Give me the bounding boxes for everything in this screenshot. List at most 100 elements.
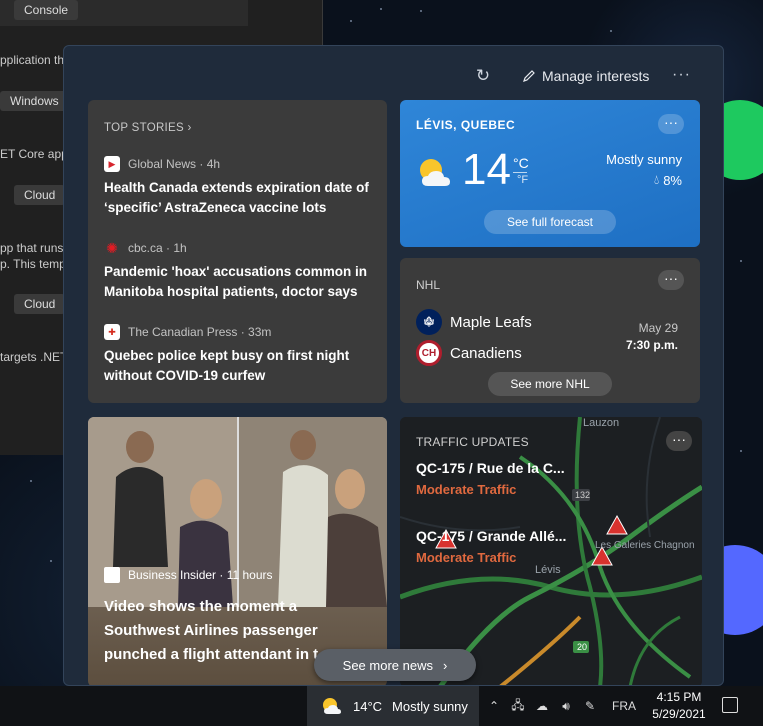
manage-interests-label: Manage interests <box>542 68 650 84</box>
cloud-icon[interactable]: ☁ <box>534 699 550 713</box>
taskbar-temperature: 14°C <box>353 698 383 714</box>
team-row: 🍁︎ Maple Leafs <box>416 309 532 335</box>
news-image-card[interactable]: Business Insider · 11 hours Video shows … <box>88 417 387 685</box>
cloud-chip[interactable]: Cloud <box>14 294 66 314</box>
canadiens-logo-icon: CH <box>416 340 442 366</box>
chevron-up-icon[interactable]: ⌃ <box>486 699 502 713</box>
see-more-news-label: See more news <box>342 657 433 673</box>
top-stories-header[interactable]: TOP STORIES › <box>104 122 192 134</box>
see-more-news-button[interactable]: See more news › <box>314 649 476 681</box>
taskbar-weather-button[interactable]: 14°C Mostly sunny <box>307 686 479 726</box>
network-icon[interactable]: 🖧︎ <box>510 696 526 717</box>
raindrop-icon: 💧︎ <box>654 172 660 187</box>
partly-sunny-icon <box>323 698 341 714</box>
pen-icon[interactable]: ✎ <box>582 699 598 713</box>
map-label: Lauzon <box>583 417 620 429</box>
description-text: pp that runs <box>0 241 64 255</box>
description-text: pplication th <box>0 53 65 67</box>
news-source: Business Insider · 11 hours <box>104 567 273 583</box>
business-insider-logo-icon <box>104 567 120 583</box>
widgets-panel: ↻ Manage interests ··· TOP STORIES › ▶ G… <box>63 45 724 686</box>
description-text: targets .NET <box>0 350 68 364</box>
fahrenheit-unit[interactable]: °F <box>517 174 528 186</box>
story-item[interactable]: ✚ The Canadian Press · 33m Quebec police… <box>104 324 374 386</box>
pencil-icon <box>523 70 535 82</box>
star <box>30 480 32 482</box>
weather-more-icon[interactable]: ··· <box>658 114 684 134</box>
volume-icon[interactable]: 🔊︎ <box>558 699 574 714</box>
star <box>350 20 352 22</box>
map-label: Lévis <box>535 564 561 576</box>
panel-header: ↻ Manage interests ··· <box>64 46 723 101</box>
story-item[interactable]: ▶ Global News · 4h Health Canada extends… <box>104 156 374 218</box>
story-source-label: Global News · 4h <box>128 157 221 171</box>
system-tray: ⌃ 🖧︎ ☁ 🔊︎ ✎ FRA <box>486 686 636 726</box>
traffic-more-icon[interactable]: ··· <box>666 431 692 451</box>
language-indicator[interactable]: FRA <box>612 699 636 713</box>
celsius-unit[interactable]: °C <box>513 155 529 171</box>
team-row: CH Canadiens <box>416 340 522 366</box>
route-status: Moderate Traffic <box>416 550 517 565</box>
star <box>380 8 382 10</box>
story-source: ✺ cbc.ca · 1h <box>104 240 374 256</box>
story-source: ▶ Global News · 4h <box>104 156 374 172</box>
console-chip[interactable]: Console <box>14 0 79 20</box>
game-date: May 29 <box>638 321 678 335</box>
temperature-value: 14 <box>462 145 511 194</box>
weather-location: LÉVIS, QUEBEC <box>416 118 516 132</box>
route-name: QC-175 / Grande Allé... <box>416 528 567 544</box>
route-status: Moderate Traffic <box>416 482 517 497</box>
top-stories-card: TOP STORIES › ▶ Global News · 4h Health … <box>88 100 387 403</box>
weather-card[interactable]: LÉVIS, QUEBEC ··· 14 °C °F Mostly sunny … <box>400 100 700 247</box>
star <box>50 560 52 562</box>
story-title[interactable]: Health Canada extends expiration date of… <box>104 178 374 218</box>
story-title[interactable]: Quebec police kept busy on first night w… <box>104 346 374 386</box>
story-item[interactable]: ✺ cbc.ca · 1h Pandemic 'hoax' accusation… <box>104 240 374 302</box>
nhl-label: NHL <box>416 278 441 292</box>
precipitation: 💧︎ 8% <box>654 172 682 188</box>
more-options-icon[interactable]: ··· <box>672 66 691 84</box>
map-label: Les Galeries Chagnon <box>595 540 695 551</box>
route-name: QC-175 / Rue de la C... <box>416 460 565 476</box>
global-news-logo-icon: ▶ <box>104 156 120 172</box>
refresh-icon[interactable]: ↻ <box>474 67 492 85</box>
maple-leafs-logo-icon: 🍁︎ <box>416 309 442 335</box>
star <box>610 30 612 32</box>
cbc-logo-icon: ✺ <box>104 240 120 256</box>
see-more-nhl-button[interactable]: See more NHL <box>488 372 612 396</box>
game-time: 7:30 p.m. <box>625 338 678 352</box>
clock-time: 4:15 PM <box>656 690 702 704</box>
traffic-route[interactable]: QC-175 / Rue de la C... Moderate Traffic <box>416 460 565 497</box>
manage-interests-button[interactable]: Manage interests <box>522 68 649 84</box>
chevron-right-icon: › <box>442 657 448 673</box>
unit-divider <box>513 172 527 173</box>
story-title[interactable]: Pandemic 'hoax' accusations common in Ma… <box>104 262 374 302</box>
precipitation-value: 8% <box>663 172 682 188</box>
star <box>740 450 742 452</box>
taskbar-clock[interactable]: 4:15 PM 5/29/2021 <box>648 689 710 723</box>
clock-date: 5/29/2021 <box>652 707 706 721</box>
route-shield: 20 <box>577 642 588 652</box>
story-source-label: The Canadian Press · 33m <box>128 325 272 339</box>
traffic-route[interactable]: QC-175 / Grande Allé... Moderate Traffic <box>416 528 566 565</box>
cloud-chip[interactable]: Cloud <box>14 185 66 205</box>
see-full-forecast-button[interactable]: See full forecast <box>484 210 616 234</box>
taskbar: 14°C Mostly sunny ⌃ 🖧︎ ☁ 🔊︎ ✎ FRA 4:15 P… <box>0 686 763 726</box>
weather-condition: Mostly sunny <box>606 152 682 167</box>
taskbar-condition: Mostly sunny <box>392 698 468 714</box>
windows-chip[interactable]: Windows <box>0 91 69 111</box>
partly-sunny-icon <box>420 159 450 186</box>
story-source: ✚ The Canadian Press · 33m <box>104 324 374 340</box>
star <box>740 260 742 262</box>
nhl-card[interactable]: NHL ··· 🍁︎ Maple Leafs CH Canadiens May … <box>400 258 700 403</box>
notification-center-icon[interactable] <box>722 697 738 713</box>
nhl-more-icon[interactable]: ··· <box>658 270 684 290</box>
star <box>420 10 422 12</box>
canadian-press-logo-icon: ✚ <box>104 324 120 340</box>
route-shield: 132 <box>575 490 591 500</box>
traffic-card[interactable]: Lauzon Lévis Les Galeries Chagnon 132 20… <box>400 417 702 685</box>
news-source-label: Business Insider · 11 hours <box>128 568 273 582</box>
description-text: ET Core app <box>0 147 68 161</box>
traffic-label: TRAFFIC UPDATES <box>416 435 529 449</box>
story-source-label: cbc.ca · 1h <box>128 241 187 255</box>
